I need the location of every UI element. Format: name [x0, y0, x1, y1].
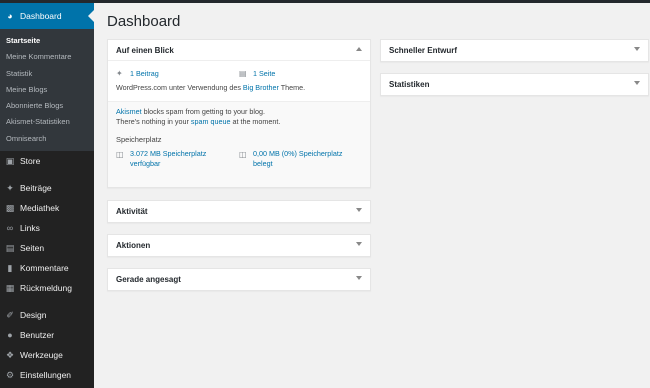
menu-store[interactable]: ▣ Store: [0, 151, 94, 171]
link-icon: ∞: [6, 223, 14, 234]
collapse-arrow-icon[interactable]: [356, 47, 362, 51]
feedback-icon: ▦: [5, 282, 15, 293]
menu-mediathek[interactable]: ▩ Mediathek: [0, 198, 94, 218]
akismet-section: Akismet blocks spam from getting to your…: [108, 101, 370, 187]
dashboard-icon: ◕: [7, 11, 13, 21]
widget-at-a-glance-header[interactable]: Auf einen Blick: [108, 40, 370, 61]
theme-link[interactable]: Big Brother: [243, 83, 279, 92]
menu-store-label: Store: [20, 156, 41, 167]
menu-links[interactable]: ∞ Links: [0, 218, 94, 238]
expand-arrow-icon[interactable]: [356, 208, 362, 212]
menu-mediathek-label: Mediathek: [20, 203, 60, 214]
user-icon: ●: [7, 330, 13, 341]
storage-icon: ◫: [116, 150, 124, 159]
media-icon: ▩: [5, 202, 15, 213]
widget-title: Schneller Entwurf: [389, 46, 458, 55]
widget-actions[interactable]: Aktionen: [107, 234, 371, 257]
menu-links-label: Links: [20, 223, 40, 234]
page-icon: ▤: [5, 242, 15, 253]
widget-activity[interactable]: Aktivität: [107, 200, 371, 223]
spam-queue-link[interactable]: spam queue: [191, 117, 231, 126]
page-title: Dashboard: [107, 13, 181, 30]
storage-available[interactable]: ◫ 3.072 MB Speicherplatz verfügbar: [116, 149, 239, 169]
menu-kommentare-label: Kommentare: [20, 263, 69, 274]
menu-rueckmeldung-label: Rückmeldung: [20, 283, 72, 294]
cart-icon: ▣: [5, 155, 15, 166]
settings-icon: ⚙: [5, 369, 15, 380]
theme-info: WordPress.com unter Verwendung des Big B…: [116, 83, 306, 92]
menu-kommentare[interactable]: ▮ Kommentare: [0, 258, 94, 278]
comment-icon: ▮: [7, 262, 13, 273]
widget-quick-draft[interactable]: Schneller Entwurf: [380, 39, 649, 62]
menu-benutzer[interactable]: ● Benutzer: [0, 325, 94, 345]
widget-title: Aktivität: [116, 207, 148, 216]
menu-beitraege-label: Beiträge: [20, 183, 52, 194]
menu-benutzer-label: Benutzer: [20, 330, 55, 341]
menu-werkzeuge-label: Werkzeuge: [20, 350, 63, 361]
menu-rueckmeldung[interactable]: ▦ Rückmeldung: [0, 278, 94, 298]
menu-dashboard[interactable]: ◕ Dashboard: [0, 3, 94, 29]
expand-arrow-icon[interactable]: [356, 242, 362, 246]
submenu-akismet-statistiken[interactable]: Akismet-Statistiken: [0, 114, 94, 130]
pin-icon: ✦: [116, 68, 123, 78]
page-icon: ▤: [239, 68, 247, 78]
widget-statistics[interactable]: Statistiken: [380, 73, 649, 96]
submenu-statistik[interactable]: Statistik: [0, 66, 94, 82]
submenu-startseite[interactable]: Startseite: [0, 33, 94, 49]
submenu-meine-blogs[interactable]: Meine Blogs: [0, 82, 94, 98]
widget-title: Aktionen: [116, 241, 151, 250]
pages-count-link[interactable]: 1 Seite: [253, 69, 275, 78]
submenu-omnisearch[interactable]: Omnisearch: [0, 131, 94, 147]
menu-dashboard-label: Dashboard: [20, 11, 62, 21]
storage-title: Speicherplatz: [116, 135, 162, 144]
akismet-link[interactable]: Akismet: [116, 107, 142, 116]
posts-count-link[interactable]: 1 Beitrag: [130, 69, 159, 78]
menu-einstellungen-label: Einstellungen: [20, 370, 72, 381]
admin-bar: [0, 0, 650, 3]
wrench-icon: ❖: [5, 349, 15, 360]
admin-sidebar: ◕ Dashboard Startseite Meine Kommentare …: [0, 3, 94, 388]
menu-design[interactable]: ✐ Design: [0, 305, 94, 325]
brush-icon: ✐: [6, 309, 14, 320]
expand-arrow-icon[interactable]: [356, 276, 362, 280]
expand-arrow-icon[interactable]: [634, 81, 640, 85]
submenu-abonnierte-blogs[interactable]: Abonnierte Blogs: [0, 98, 94, 114]
widget-title: Auf einen Blick: [116, 45, 174, 55]
widget-trending[interactable]: Gerade angesagt: [107, 268, 371, 291]
widget-title: Statistiken: [389, 80, 430, 89]
menu-design-label: Design: [20, 310, 47, 321]
menu-beitraege[interactable]: ✦ Beiträge: [0, 178, 94, 198]
menu-seiten[interactable]: ▤ Seiten: [0, 238, 94, 258]
menu-werkzeuge[interactable]: ❖ Werkzeuge: [0, 345, 94, 365]
menu-seiten-label: Seiten: [20, 243, 45, 254]
menu-einstellungen[interactable]: ⚙ Einstellungen: [0, 365, 94, 385]
pin-icon: ✦: [6, 182, 14, 193]
widget-title: Gerade angesagt: [116, 275, 181, 284]
storage-icon: ◫: [239, 150, 247, 159]
submenu-meine-kommentare[interactable]: Meine Kommentare: [0, 49, 94, 65]
dashboard-submenu: Startseite Meine Kommentare Statistik Me…: [0, 29, 94, 152]
expand-arrow-icon[interactable]: [634, 47, 640, 51]
widget-at-a-glance: Auf einen Blick ✦ 1 Beitrag ▤ 1 Seite Wo…: [107, 39, 371, 188]
storage-used[interactable]: ◫ 0,00 MB (0%) Speicherplatz belegt: [239, 149, 362, 169]
